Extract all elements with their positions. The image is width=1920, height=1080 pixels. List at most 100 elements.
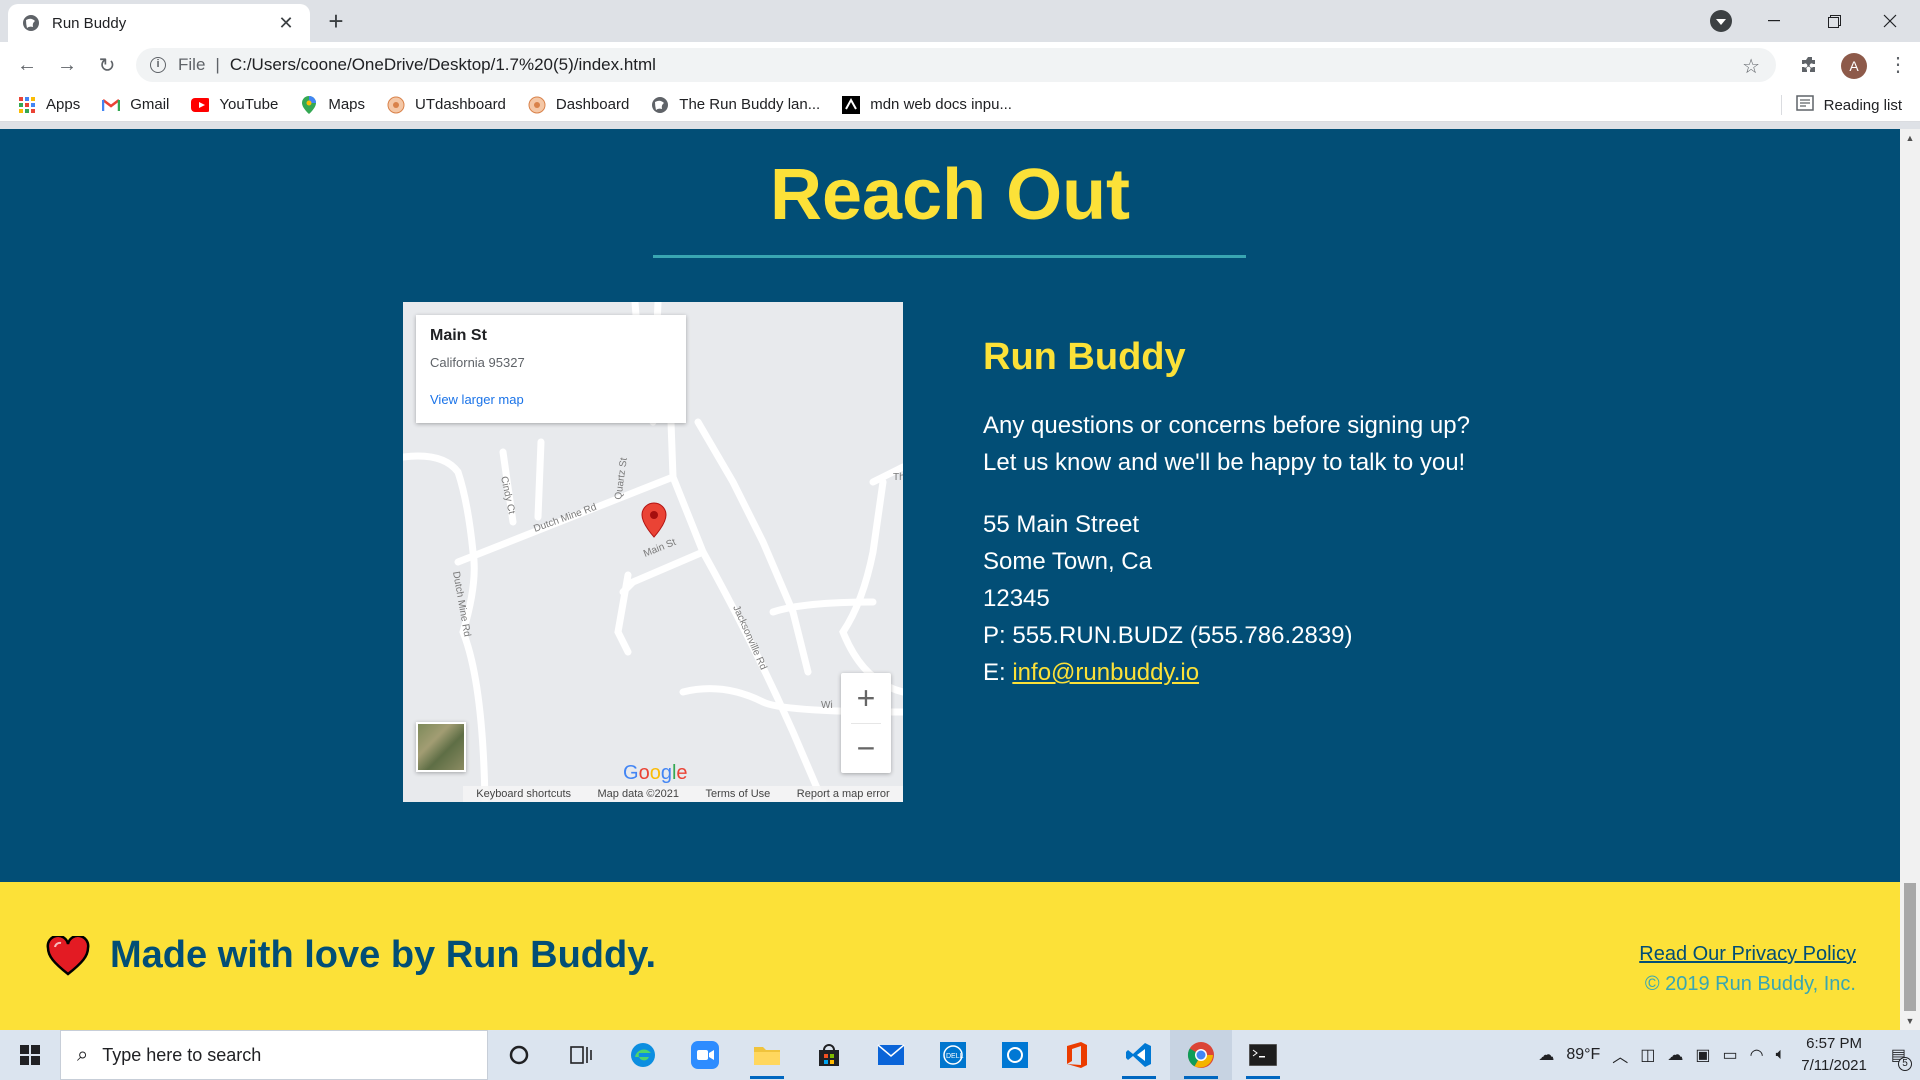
title-divider <box>653 255 1246 258</box>
dell-tray-icon[interactable]: ▣ <box>1695 1045 1710 1065</box>
address-city: Some Town, Ca <box>983 548 1152 575</box>
office-icon[interactable] <box>1046 1030 1108 1080</box>
bookmark-dashboard[interactable]: Dashboard <box>528 96 629 114</box>
view-larger-map-link[interactable]: View larger map <box>430 392 672 407</box>
zoom-out-button[interactable]: − <box>841 723 891 773</box>
address-bar[interactable]: i File | C:/Users/coone/OneDrive/Desktop… <box>136 48 1776 82</box>
contact-intro-line-2: Let us know and we'll be happy to talk t… <box>983 449 1466 476</box>
mail-icon[interactable] <box>860 1030 922 1080</box>
wifi-icon[interactable]: ◠ <box>1750 1045 1764 1065</box>
street-label: Main St <box>642 537 678 560</box>
scroll-up-icon[interactable]: ▲ <box>1900 129 1920 147</box>
keyboard-shortcuts-link[interactable]: Keyboard shortcuts <box>476 788 571 800</box>
terms-link[interactable]: Terms of Use <box>705 788 770 800</box>
bookmark-mdn[interactable]: mdn web docs inpu... <box>842 95 1012 114</box>
taskbar-search[interactable]: ⌕ Type here to search <box>60 1030 488 1080</box>
edge-icon[interactable] <box>612 1030 674 1080</box>
scroll-down-icon[interactable]: ▼ <box>1900 1012 1920 1030</box>
place-name: Main St <box>430 327 487 344</box>
svg-text:DELL: DELL <box>946 1053 964 1060</box>
bookmark-star-icon[interactable]: ☆ <box>1742 54 1760 79</box>
zoom-divider <box>851 723 881 724</box>
browser-tab[interactable]: Run Buddy ✕ <box>8 4 310 42</box>
reading-list-label: Reading list <box>1823 96 1902 114</box>
reading-list[interactable]: Reading list <box>1780 88 1902 122</box>
notifications-icon[interactable]: ▤ 5 <box>1891 1045 1912 1071</box>
url-scheme: File <box>178 55 206 74</box>
reload-icon[interactable]: ↻ <box>92 50 122 80</box>
back-icon[interactable]: ← <box>12 50 42 80</box>
google-logo: Google <box>623 762 688 784</box>
clock[interactable]: 6:57 PM 7/11/2021 <box>1801 1033 1867 1077</box>
minimize-icon[interactable] <box>1746 0 1802 42</box>
dell-icon[interactable]: DELL <box>922 1030 984 1080</box>
info-icon[interactable]: i <box>150 57 166 73</box>
weather-temp[interactable]: 89°F <box>1566 1046 1600 1064</box>
new-tab-button[interactable]: + <box>322 8 350 36</box>
bookmark-utdashboard[interactable]: UTdashboard <box>387 96 506 114</box>
vscode-icon[interactable] <box>1108 1030 1170 1080</box>
bookmark-label: mdn web docs inpu... <box>870 96 1012 113</box>
volume-icon[interactable]: 🔈︎ <box>1776 1046 1786 1064</box>
menu-kebab-icon[interactable]: ⋮ <box>1888 52 1908 77</box>
chevron-up-icon[interactable]: ︿ <box>1612 1043 1628 1067</box>
map-footer: Keyboard shortcuts Map data ©2021 Terms … <box>463 786 903 802</box>
bookmark-label: Dashboard <box>555 96 630 113</box>
privacy-policy-link[interactable]: Read Our Privacy Policy <box>1639 939 1856 969</box>
bookmark-run-buddy[interactable]: The Run Buddy lan... <box>651 96 820 114</box>
profile-avatar[interactable]: A <box>1841 53 1867 79</box>
google-map[interactable]: Cindy Ct Dutch Mine Rd Quartz St Main St… <box>403 302 903 802</box>
zoom-app-icon[interactable] <box>674 1030 736 1080</box>
globe-icon <box>23 15 39 31</box>
page-scrollbar[interactable]: ▲ ▼ <box>1900 129 1920 1030</box>
extensions-icon[interactable] <box>1800 55 1820 81</box>
street-label: Dutch Mine Rd <box>532 502 598 535</box>
meet-now-icon[interactable]: ◫ <box>1640 1045 1655 1065</box>
chrome-icon[interactable] <box>1170 1030 1232 1080</box>
onedrive-icon[interactable]: ☁ <box>1667 1045 1683 1065</box>
file-explorer-icon[interactable] <box>736 1030 798 1080</box>
bookmarks-bar: Apps Gmail YouTube Maps UTdashboard Dash… <box>0 88 1920 122</box>
dashboard-icon <box>528 96 546 114</box>
url-text: C:/Users/coone/OneDrive/Desktop/1.7%20(5… <box>229 55 656 74</box>
scroll-thumb[interactable] <box>1904 883 1916 1011</box>
windows-start-icon[interactable] <box>0 1030 60 1080</box>
bookmark-maps[interactable]: Maps <box>300 95 366 114</box>
battery-icon[interactable]: ▭ <box>1723 1045 1738 1065</box>
page-viewport: Reach Out Cindy Ct Dutch Mine Rd Quartz … <box>0 129 1900 1030</box>
system-tray: ☁ 89°F ︿ ◫ ☁ ▣ ▭ ◠ 🔈︎ 6:57 PM 7/11/2021 … <box>1532 1030 1920 1080</box>
task-view-icon[interactable] <box>550 1030 612 1080</box>
report-error-link[interactable]: Report a map error <box>797 788 890 800</box>
satellite-toggle[interactable] <box>416 722 466 772</box>
restore-icon[interactable] <box>1806 0 1862 42</box>
terminal-icon[interactable] <box>1232 1030 1294 1080</box>
close-tab-icon[interactable]: ✕ <box>276 13 296 33</box>
utdashboard-icon <box>387 96 405 114</box>
bookmark-apps[interactable]: Apps <box>18 96 80 114</box>
close-window-icon[interactable] <box>1862 0 1918 42</box>
microsoft-store-icon[interactable] <box>798 1030 860 1080</box>
cortana-app-icon[interactable] <box>984 1030 1046 1080</box>
made-with-love: Made with love by Run Buddy. <box>46 934 656 977</box>
youtube-icon <box>191 96 210 114</box>
search-icon: ⌕ <box>77 1043 89 1066</box>
zoom-control: + − <box>841 673 891 773</box>
footer-legal: Read Our Privacy Policy © 2019 Run Buddy… <box>1639 939 1856 999</box>
zoom-in-button[interactable]: + <box>841 673 891 723</box>
bookmark-label: Maps <box>328 96 366 113</box>
cortana-icon[interactable] <box>488 1030 550 1080</box>
bookmark-label: The Run Buddy lan... <box>679 96 821 113</box>
taskbar-search-placeholder: Type here to search <box>102 1044 262 1065</box>
bookmark-gmail[interactable]: Gmail <box>102 96 169 114</box>
map-pin-icon <box>641 502 667 538</box>
forward-icon[interactable]: → <box>52 50 82 80</box>
bookmark-youtube[interactable]: YouTube <box>191 96 278 114</box>
tab-search-icon[interactable] <box>1710 10 1732 32</box>
bookmark-label: Apps <box>46 96 81 113</box>
contact-heading: Run Buddy <box>983 336 1186 378</box>
contact-section: Reach Out Cindy Ct Dutch Mine Rd Quartz … <box>0 129 1900 882</box>
address-street: 55 Main Street <box>983 511 1140 538</box>
place-address: California 95327 <box>430 355 525 370</box>
weather-icon[interactable]: ☁ <box>1538 1045 1554 1065</box>
email-link[interactable]: info@runbuddy.io <box>1012 659 1199 686</box>
